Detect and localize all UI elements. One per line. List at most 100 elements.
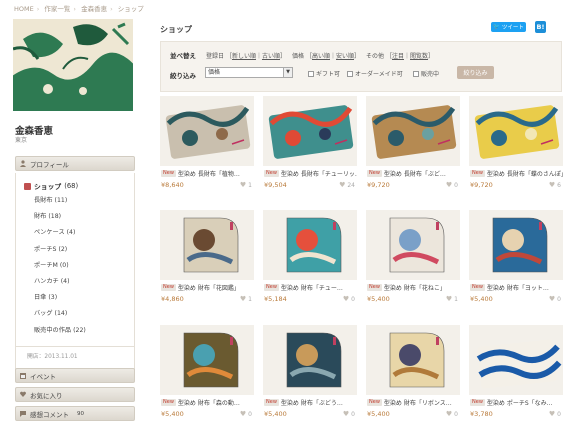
category-item[interactable]: 販売中の作品 (22) — [34, 325, 86, 341]
product-title[interactable]: New 型染め ポーチS「なみ… — [470, 398, 563, 407]
product-thumbnail[interactable] — [366, 325, 460, 395]
product-card[interactable]: New 型染め ポーチS「なみ… ¥3,780 ♥ 0 — [469, 325, 563, 421]
custom-order-checkbox[interactable]: オーダーメイド可 — [347, 69, 403, 78]
tweet-button[interactable]: 🐦 ツイート — [491, 22, 526, 32]
product-title-text: 型染め 長財布「ぶど… — [383, 171, 446, 178]
product-title[interactable]: New 型染め 長財布「蝶のさんぽ」 — [470, 169, 563, 178]
product-title[interactable]: New 型染め 財布「チュー… — [264, 283, 357, 292]
sort-featured[interactable]: 注目 — [392, 53, 404, 60]
product-likes[interactable]: ♥ 0 — [549, 295, 561, 303]
heart-icon — [20, 391, 26, 398]
sort-price-high[interactable]: 高い順 — [312, 53, 330, 60]
category-item[interactable]: 財布 (18) — [34, 211, 86, 227]
product-thumbnail[interactable] — [160, 325, 254, 395]
sidebar-favorite-link[interactable]: お気に入り — [15, 387, 135, 402]
product-thumbnail[interactable] — [263, 96, 357, 166]
product-likes[interactable]: ♥ 0 — [446, 181, 458, 189]
filter-select-value: 価格 — [208, 69, 221, 76]
breadcrumb-home[interactable]: HOME — [14, 5, 34, 13]
product-title[interactable]: New 型染め 財布「リボンス… — [367, 398, 460, 407]
on-sale-checkbox[interactable]: 販売中 — [413, 69, 439, 78]
product-likes[interactable]: ♥ 1 — [446, 295, 458, 303]
heart-icon: ♥ — [342, 410, 350, 418]
new-badge: New — [470, 284, 485, 291]
product-card[interactable]: New 型染め 財布「花図鑑」 ¥4,860 ♥ 1 — [160, 210, 254, 306]
product-title[interactable]: New 型染め 財布「花ねこ」 — [367, 283, 460, 292]
sort-views[interactable]: 閲覧数 — [410, 53, 428, 60]
product-card[interactable]: New 型染め 財布「花ねこ」 ¥5,400 ♥ 1 — [366, 210, 460, 306]
product-thumbnail[interactable] — [263, 325, 357, 395]
filter-label: 絞り込み — [170, 72, 196, 80]
product-card[interactable]: New 型染め 財布「リボンス… ¥5,400 ♥ 0 — [366, 325, 460, 421]
category-item[interactable]: 日傘 (3) — [34, 292, 86, 308]
product-card[interactable]: New 型染め 長財布「ぶど… ¥9,720 ♥ 0 — [366, 96, 460, 192]
new-badge: New — [264, 170, 279, 177]
product-title[interactable]: New 型染め 財布「森の動… — [161, 398, 254, 407]
product-card[interactable]: New 型染め 長財布「蝶のさんぽ」 ¥9,720 ♥ 6 — [469, 96, 563, 192]
product-price: ¥4,860 — [161, 295, 184, 303]
product-thumbnail[interactable] — [160, 96, 254, 166]
sidebar-shop-heading[interactable]: ショップ (68) — [24, 181, 78, 191]
product-thumbnail[interactable] — [469, 96, 563, 166]
sort-price-low[interactable]: 安い順 — [336, 53, 354, 60]
product-card[interactable]: New 型染め 長財布「植物… ¥8,640 ♥ 1 — [160, 96, 254, 192]
product-title-text: 型染め 長財布「チューリッ… — [280, 171, 357, 178]
product-thumbnail[interactable] — [263, 210, 357, 280]
shopping-bag-icon — [24, 182, 31, 190]
product-title[interactable]: New 型染め 長財布「チューリッ… — [264, 169, 357, 178]
product-likes[interactable]: ♥ 0 — [343, 410, 355, 418]
product-card[interactable]: New 型染め 財布「ヨット… ¥5,400 ♥ 0 — [469, 210, 563, 306]
filter-select[interactable]: 価格 ▼ — [205, 67, 293, 78]
product-price: ¥5,400 — [264, 410, 287, 418]
gift-checkbox[interactable]: ギフト可 — [308, 69, 340, 78]
new-badge: New — [161, 399, 176, 406]
product-title[interactable]: New 型染め 財布「花図鑑」 — [161, 283, 254, 292]
product-thumbnail[interactable] — [160, 210, 254, 280]
product-card[interactable]: New 型染め 財布「森の動… ¥5,400 ♥ 0 — [160, 325, 254, 421]
new-badge: New — [367, 284, 382, 291]
category-item[interactable]: ポーチM (0) — [34, 260, 86, 276]
product-likes[interactable]: ♥ 6 — [549, 181, 561, 189]
category-item[interactable]: ハンカチ (4) — [34, 276, 86, 292]
hatena-bookmark-button[interactable]: B! — [535, 21, 546, 33]
product-title[interactable]: New 型染め 財布「ヨット… — [470, 283, 563, 292]
bracket: ］ — [280, 53, 287, 60]
product-likes[interactable]: ♥ 1 — [240, 295, 252, 303]
page-title: ショップ — [160, 25, 192, 34]
filter-submit-button[interactable]: 絞り込み — [457, 66, 494, 79]
product-thumbnail[interactable] — [469, 210, 563, 280]
like-count: 0 — [557, 410, 561, 418]
product-likes[interactable]: ♥ 0 — [343, 295, 355, 303]
product-title[interactable]: New 型染め 財布「ぶどう… — [264, 398, 357, 407]
sidebar-comment-link[interactable]: 感想コメント 90 — [15, 406, 135, 421]
category-item[interactable]: ペンケース (4) — [34, 227, 86, 243]
breadcrumb-artist[interactable]: 金森香恵 — [81, 5, 107, 13]
product-likes[interactable]: ♥ 0 — [549, 410, 561, 418]
product-title-text: 型染め 財布「ぶどう… — [280, 400, 343, 407]
category-item[interactable]: ポーチS (2) — [34, 244, 86, 260]
sort-label: 並べ替え — [170, 52, 196, 60]
product-thumbnail[interactable] — [366, 210, 460, 280]
product-price: ¥5,400 — [470, 295, 493, 303]
category-item[interactable]: バッグ (14) — [34, 308, 86, 324]
sidebar-event-link[interactable]: イベント — [15, 368, 135, 383]
product-title[interactable]: New 型染め 長財布「植物… — [161, 169, 254, 178]
like-count: 24 — [347, 181, 355, 189]
product-likes[interactable]: ♥ 0 — [446, 410, 458, 418]
product-title-text: 型染め 長財布「植物… — [177, 171, 240, 178]
product-card[interactable]: New 型染め 財布「ぶどう… ¥5,400 ♥ 0 — [263, 325, 357, 421]
product-card[interactable]: New 型染め 財布「チュー… ¥5,184 ♥ 0 — [263, 210, 357, 306]
sidebar-profile-link[interactable]: プロフィール — [15, 156, 135, 171]
product-thumbnail[interactable] — [469, 325, 563, 395]
product-likes[interactable]: ♥ 24 — [339, 181, 355, 189]
product-likes[interactable]: ♥ 1 — [240, 181, 252, 189]
sort-newest[interactable]: 新しい順 — [232, 53, 256, 60]
product-thumbnail[interactable] — [366, 96, 460, 166]
sort-oldest[interactable]: 古い順 — [262, 53, 280, 60]
product-likes[interactable]: ♥ 0 — [240, 410, 252, 418]
category-item[interactable]: 長財布 (11) — [34, 195, 86, 211]
product-title[interactable]: New 型染め 長財布「ぶど… — [367, 169, 460, 178]
product-title-text: 型染め 財布「花図鑑」 — [177, 285, 240, 292]
breadcrumb-artists[interactable]: 作家一覧 — [44, 5, 70, 13]
product-card[interactable]: New 型染め 長財布「チューリッ… ¥9,504 ♥ 24 — [263, 96, 357, 192]
